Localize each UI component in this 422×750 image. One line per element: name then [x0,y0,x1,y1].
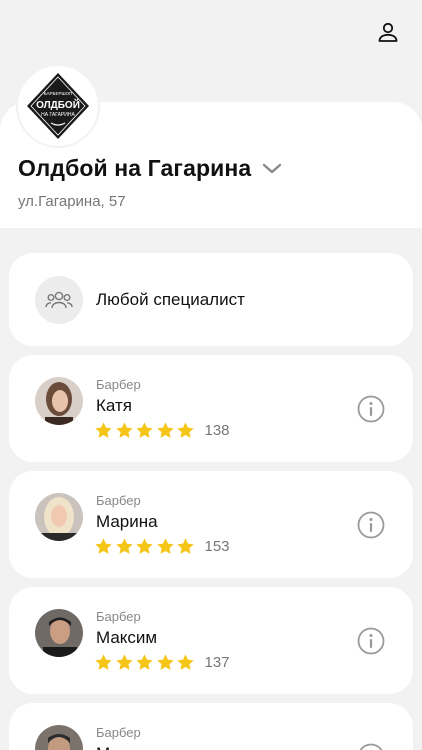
avatar [35,609,83,657]
star-icon [156,654,174,670]
star-icon [136,654,153,670]
avatar [35,725,83,750]
logo-top-text: БАРБЕРШОП [44,91,73,96]
barber-card[interactable]: Барбер Максим 137 [9,587,413,694]
top-bar [0,0,422,60]
barber-name: Катя [96,396,132,415]
star-icon [115,654,133,670]
barber-role: Барбер [96,609,141,624]
barber-rating: 153 [94,537,230,556]
logo-bottom-text: НА ГАГАРИНА [41,112,75,118]
star-icon [136,422,153,438]
barber-card[interactable]: Барбер Марина 153 [9,471,413,578]
review-count: 137 [204,654,230,671]
group-icon [35,276,83,324]
star-icon [115,422,133,438]
avatar [35,377,83,425]
star-icon [95,422,112,438]
barber-name: Марина [96,512,158,531]
profile-icon[interactable] [376,20,400,44]
star-icon [156,422,174,438]
logo-main-text: ОЛДБОЙ [36,98,80,111]
barber-card[interactable]: Барбер Катя 138 [9,355,413,462]
shop-logo: БАРБЕРШОП ОЛДБОЙ НА ГАГАРИНА [18,66,98,146]
any-specialist-label: Любой специалист [96,290,245,309]
barber-card[interactable]: Барбер М [9,703,413,750]
star-icon [115,538,133,554]
info-icon[interactable] [357,627,385,655]
star-icon [95,538,112,554]
barber-role: Барбер [96,377,141,392]
shop-address: ул.Гагарина, 57 [18,193,126,210]
star-icon [95,654,112,670]
info-icon[interactable] [357,395,385,423]
barber-rating: 138 [94,421,230,440]
any-specialist-card[interactable]: Любой специалист [9,253,413,346]
info-icon[interactable] [357,743,385,750]
chevron-down-icon [263,163,282,173]
info-icon[interactable] [357,511,385,539]
barber-role: Барбер [96,725,141,740]
review-count: 138 [204,422,230,439]
star-icon [156,538,174,554]
barber-rating: 137 [94,653,230,672]
review-count: 153 [204,538,230,555]
avatar [35,493,83,541]
star-icon [177,422,194,438]
star-icon [177,654,194,670]
barber-role: Барбер [96,493,141,508]
star-icon [177,538,194,554]
shop-title: Олдбой на Гагарина [18,155,252,181]
shop-selector[interactable]: Олдбой на Гагарина [18,155,283,182]
star-icon [136,538,153,554]
barber-name: М [96,744,110,750]
barber-name: Максим [96,628,158,647]
